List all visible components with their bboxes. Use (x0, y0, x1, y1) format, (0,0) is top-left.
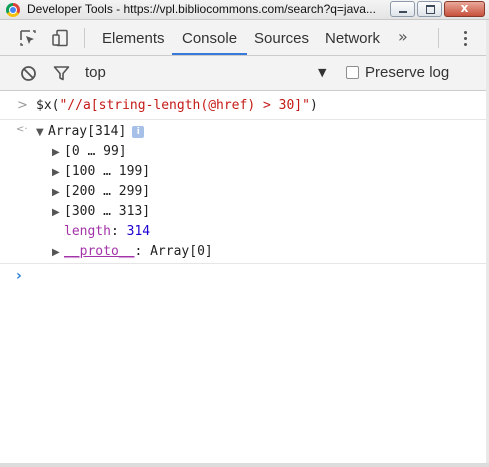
command-suffix: ) (309, 98, 318, 113)
more-tabs-icon[interactable]: » (398, 27, 408, 46)
maximize-button[interactable] (417, 1, 442, 17)
toolbar-divider (84, 28, 85, 48)
row-divider (0, 119, 489, 120)
expand-triangle-icon[interactable]: ▶ (52, 203, 64, 223)
expand-triangle-icon[interactable]: ▶ (52, 163, 64, 183)
length-key: length (64, 224, 111, 239)
result-array-label: Array[314] (48, 124, 127, 139)
command-xpath-string: "//a[string-length(@href) > 30]" (59, 98, 310, 113)
input-chevron-icon: > (17, 98, 28, 113)
tab-elements[interactable]: Elements (102, 20, 165, 55)
close-button[interactable]: x (444, 1, 485, 17)
expand-triangle-icon[interactable]: ▶ (52, 143, 64, 163)
array-group-label: [200 … 299] (64, 184, 151, 199)
window-title: Developer Tools - https://vpl.bibliocomm… (27, 2, 376, 16)
console-toolbar: top ▼ Preserve log (0, 56, 489, 91)
minimize-button[interactable] (390, 1, 415, 17)
proto-value: Array[0] (150, 244, 213, 259)
expand-triangle-icon[interactable]: ▶ (52, 243, 64, 263)
expand-triangle-icon[interactable]: ▶ (52, 183, 64, 203)
array-group-row[interactable]: ▶ [200 … 299] (52, 182, 150, 202)
execution-context-selector[interactable]: top (85, 64, 106, 81)
proto-separator: : (134, 244, 151, 259)
window-bottom-border (0, 463, 489, 467)
result-array-row[interactable]: ▼ Array[314] i (36, 122, 145, 143)
devtools-tab-bar: Elements Console Sources Network » (0, 20, 489, 56)
array-group-label: [100 … 199] (64, 164, 151, 179)
inspect-element-icon[interactable] (19, 29, 37, 47)
console-prompt-icon[interactable]: › (16, 268, 22, 284)
tab-network[interactable]: Network (325, 20, 380, 55)
array-group-row[interactable]: ▶ [100 … 199] (52, 162, 150, 182)
length-separator: : (110, 224, 127, 239)
proto-property-row[interactable]: ▶ __proto__: Array[0] (52, 242, 213, 262)
kebab-menu-icon[interactable] (458, 30, 474, 48)
output-arrow-icon: <· (16, 124, 28, 135)
close-icon: x (460, 1, 469, 15)
collapse-triangle-icon[interactable]: ▼ (36, 123, 48, 143)
preserve-log-checkbox[interactable] (346, 66, 359, 79)
chevron-down-icon[interactable]: ▼ (318, 66, 326, 79)
info-icon[interactable]: i (132, 126, 145, 138)
clear-console-icon[interactable] (20, 65, 37, 82)
window-controls: x (390, 1, 485, 17)
tab-sources[interactable]: Sources (254, 20, 309, 55)
proto-key: __proto__ (64, 244, 135, 259)
length-value: 314 (126, 224, 151, 239)
array-group-row[interactable]: ▶ [0 … 99] (52, 142, 127, 162)
length-property-row: length: 314 (64, 222, 150, 242)
row-divider (0, 263, 489, 264)
window-titlebar: Developer Tools - https://vpl.bibliocomm… (0, 0, 489, 20)
toolbar-divider (438, 28, 439, 48)
console-command[interactable]: $x("//a[string-length(@href) > 30]") (36, 96, 318, 116)
chrome-logo-icon (6, 3, 20, 17)
device-toolbar-icon[interactable] (51, 29, 69, 47)
console-output: > $x("//a[string-length(@href) > 30]") <… (0, 91, 489, 467)
preserve-log-label[interactable]: Preserve log (365, 64, 449, 81)
tab-console[interactable]: Console (172, 20, 248, 55)
command-prefix: $x( (36, 98, 60, 113)
array-group-label: [0 … 99] (64, 144, 127, 159)
array-group-label: [300 … 313] (64, 204, 151, 219)
array-group-row[interactable]: ▶ [300 … 313] (52, 202, 150, 222)
filter-icon[interactable] (53, 65, 70, 82)
